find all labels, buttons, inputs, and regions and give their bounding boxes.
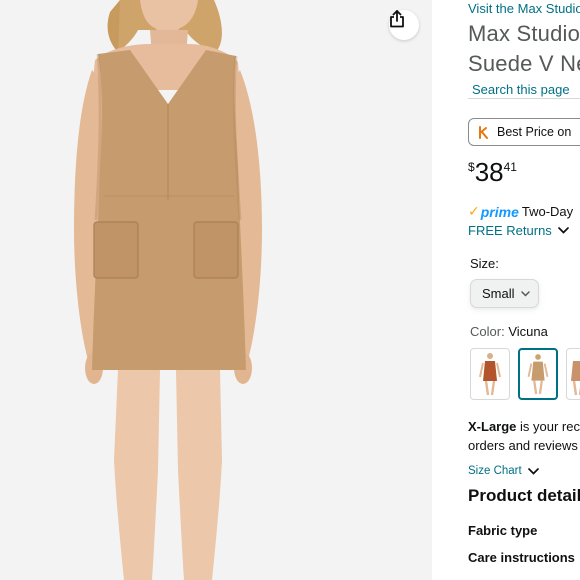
chevron-down-icon xyxy=(527,467,539,475)
prime-check-icon: ✓ xyxy=(468,203,480,219)
keepa-icon xyxy=(479,126,488,139)
free-returns-label: FREE Returns xyxy=(468,223,552,238)
divider xyxy=(468,98,580,99)
color-swatch-rust[interactable] xyxy=(470,348,510,400)
color-label: Color: xyxy=(470,324,505,339)
search-this-page-link[interactable]: Search this page xyxy=(472,82,570,97)
product-info-panel: Visit the Max Studio Max Studio Suede V … xyxy=(468,0,580,580)
best-price-label: Best Price on xyxy=(497,125,572,139)
delivery-speed: Two-Day xyxy=(521,204,574,219)
fit-recommendation-line-1: X-Large is your rec xyxy=(468,417,580,436)
model-illustration xyxy=(74,0,262,580)
product-details-heading: Product detail xyxy=(468,486,580,505)
swatch-thumbnail xyxy=(479,353,501,396)
care-instructions-label: Care instructions xyxy=(468,550,575,565)
fit-recommendation-text: is your rec xyxy=(516,419,580,434)
color-selection: Color: Vicuna xyxy=(470,324,548,339)
recommended-size: X-Large xyxy=(468,419,517,434)
size-selected-value: Small xyxy=(482,286,515,301)
price: $3841 xyxy=(468,157,517,188)
free-returns-link[interactable]: FREE Returns xyxy=(468,223,569,238)
fabric-type-label: Fabric type xyxy=(468,523,538,538)
color-swatch-tan[interactable] xyxy=(566,348,580,400)
fit-recommendation-line-2: orders and reviews xyxy=(468,438,578,453)
product-image[interactable] xyxy=(0,0,432,580)
size-chart-link[interactable]: Size Chart xyxy=(468,465,539,477)
product-title-line-1: Max Studio xyxy=(468,21,580,46)
share-icon xyxy=(390,10,404,28)
share-button[interactable] xyxy=(389,10,419,40)
price-symbol: $ xyxy=(468,160,475,174)
best-price-button[interactable]: Best Price on xyxy=(468,118,580,146)
size-dropdown[interactable]: Small xyxy=(470,279,539,308)
color-swatch-vicuna[interactable] xyxy=(518,348,558,400)
prime-logo: prime xyxy=(480,203,519,220)
size-chart-label: Size Chart xyxy=(468,465,522,477)
product-title-line-2: Suede V Ne xyxy=(468,51,580,76)
price-fraction: 41 xyxy=(503,160,517,174)
chevron-down-icon xyxy=(557,227,569,234)
chevron-down-icon xyxy=(520,290,530,297)
prime-delivery: ✓ prime Two-Day xyxy=(468,203,573,220)
size-label: Size: xyxy=(470,256,499,271)
swatch-thumbnail xyxy=(571,361,580,396)
swatch-thumbnail xyxy=(527,354,549,395)
color-value: Vicuna xyxy=(508,324,548,339)
price-whole: 38 xyxy=(474,157,504,187)
visit-store-link[interactable]: Visit the Max Studio xyxy=(468,1,580,16)
